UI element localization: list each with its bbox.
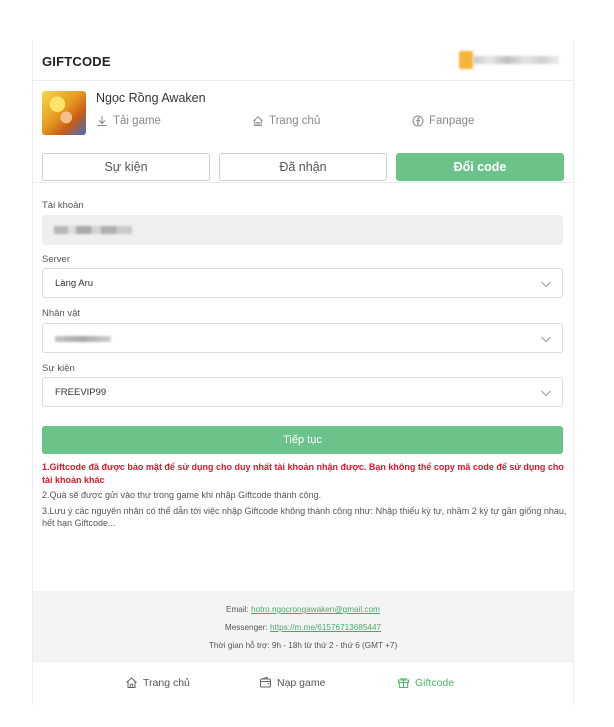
account-field bbox=[42, 215, 563, 245]
user-avatar-redacted[interactable] bbox=[459, 51, 563, 69]
chevron-down-icon bbox=[541, 336, 551, 343]
wallet-icon bbox=[260, 676, 271, 688]
nav-giftcode[interactable]: Giftcode bbox=[397, 676, 454, 689]
game-info: Ngọc Rồng Awaken Tải game Trang chủ Fanp… bbox=[33, 81, 573, 139]
home-icon bbox=[126, 677, 137, 688]
nav-topup[interactable]: Nạp game bbox=[259, 676, 325, 689]
redacted-character bbox=[55, 336, 111, 342]
character-select[interactable] bbox=[42, 323, 563, 353]
delivery-note: 2.Quà sẽ được gửi vào thư trong game khi… bbox=[42, 490, 322, 500]
email-label: Email: bbox=[226, 605, 249, 614]
support-footer: Email: hotro.ngocrongawaken@gmail.com Me… bbox=[33, 591, 573, 661]
download-label: Tải game bbox=[113, 115, 161, 127]
server-select[interactable]: Làng Aru bbox=[42, 268, 563, 298]
email-link[interactable]: hotro.ngocrongawaken@gmail.com bbox=[251, 605, 380, 614]
facebook-icon bbox=[412, 115, 424, 127]
continue-button[interactable]: Tiếp tục bbox=[42, 426, 563, 454]
gift-icon bbox=[398, 677, 409, 688]
notes: 1.Giftcode đã được bảo mật để sử dụng ch… bbox=[42, 461, 567, 530]
avatar bbox=[459, 51, 473, 69]
server-value: Làng Aru bbox=[55, 278, 94, 289]
home-icon bbox=[253, 116, 263, 126]
bottom-nav: Trang chủ Nạp game Giftcode bbox=[33, 661, 573, 705]
download-game-link[interactable]: Tải game bbox=[96, 115, 161, 127]
homepage-label: Trang chủ bbox=[269, 115, 321, 127]
messenger-row: Messenger: https://m.me/61576713685447 bbox=[33, 623, 573, 632]
tab-received[interactable]: Đã nhận bbox=[219, 153, 387, 181]
homepage-link[interactable]: Trang chủ bbox=[252, 115, 320, 127]
account-label: Tài khoản bbox=[42, 200, 84, 211]
game-logo bbox=[42, 91, 86, 135]
chevron-down-icon bbox=[541, 390, 551, 397]
nav-giftcode-label: Giftcode bbox=[415, 676, 455, 689]
security-note: 1.Giftcode đã được bảo mật để sử dụng ch… bbox=[42, 462, 564, 485]
redacted-account bbox=[54, 226, 132, 234]
tab-events[interactable]: Sự kiện bbox=[42, 153, 210, 181]
chevron-down-icon bbox=[541, 281, 551, 288]
email-row: Email: hotro.ngocrongawaken@gmail.com bbox=[33, 605, 573, 614]
character-label: Nhân vật bbox=[42, 308, 81, 319]
game-name: Ngọc Rồng Awaken bbox=[96, 91, 206, 105]
nav-home[interactable]: Trang chủ bbox=[125, 676, 190, 689]
messenger-link[interactable]: https://m.me/61576713685447 bbox=[270, 623, 381, 632]
nav-home-label: Trang chủ bbox=[143, 676, 190, 689]
server-label: Server bbox=[42, 254, 70, 265]
fanpage-label: Fanpage bbox=[429, 115, 475, 127]
event-select[interactable]: FREEVIP99 bbox=[42, 377, 563, 407]
event-value: FREEVIP99 bbox=[55, 387, 107, 398]
tab-redeem-code[interactable]: Đổi code bbox=[396, 153, 564, 181]
download-icon bbox=[97, 116, 107, 126]
redacted-username bbox=[473, 56, 559, 64]
fanpage-link[interactable]: Fanpage bbox=[412, 115, 474, 127]
messenger-label: Messenger: bbox=[224, 623, 268, 632]
failure-note: 3.Lưu ý các nguyên nhân có thể dẫn tới v… bbox=[42, 505, 567, 529]
header: GIFTCODE bbox=[33, 41, 573, 81]
page-title: GIFTCODE bbox=[42, 54, 111, 69]
event-label: Sự kiện bbox=[42, 363, 75, 374]
giftcode-panel: GIFTCODE Ngọc Rồng Awaken Tải game Trang… bbox=[32, 41, 574, 705]
nav-topup-label: Nạp game bbox=[277, 676, 326, 689]
tab-bar: Sự kiện Đã nhận Đổi code bbox=[33, 139, 573, 183]
support-hours: Thời gian hỗ trợ: 9h - 18h từ thứ 2 - th… bbox=[208, 641, 398, 650]
